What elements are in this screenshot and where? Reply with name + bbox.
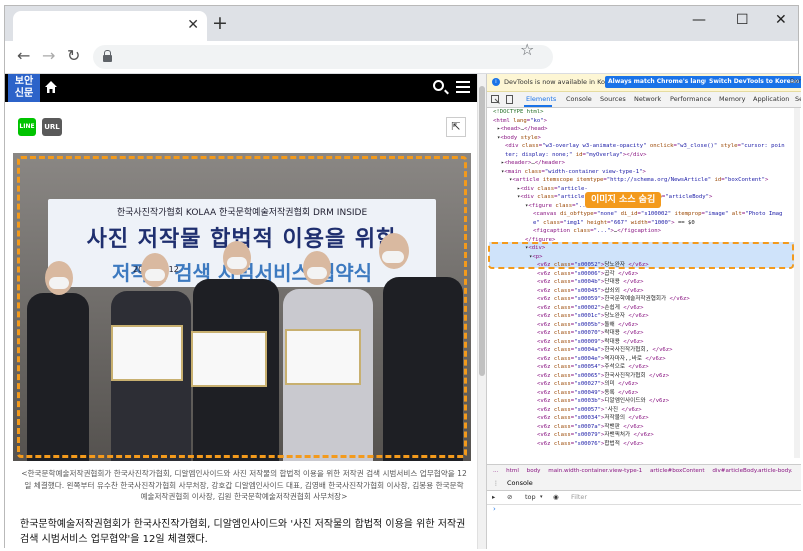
close-window-icon[interactable]: ✕ bbox=[775, 13, 787, 27]
tab-console[interactable]: Console bbox=[566, 95, 592, 103]
live-expression-eye-icon[interactable]: ◉ bbox=[553, 491, 559, 504]
logo-line-1: 보안 bbox=[14, 76, 34, 87]
tab-network[interactable]: Network bbox=[634, 95, 661, 103]
canvas-highlight-box bbox=[488, 242, 794, 269]
dont-show-button[interactable]: Don bbox=[787, 76, 801, 88]
site-header: 보안 신문 bbox=[5, 74, 477, 102]
photo-caption: <한국문학예술저작권협회가 한국사진작가협회, 디알엠인사이드와 사진 저작물의… bbox=[21, 469, 467, 501]
browser-toolbar: ← → ↻ ☆ bbox=[5, 40, 798, 74]
devtools-language-banner: i DevTools is now available in Korean! A… bbox=[487, 74, 801, 92]
image-highlight-box bbox=[17, 156, 467, 458]
console-drawer-tab[interactable]: ⋮ Console bbox=[487, 477, 801, 491]
hamburger-menu-icon[interactable] bbox=[456, 81, 470, 93]
browser-tab[interactable]: ✕ bbox=[13, 11, 207, 41]
tab-sources[interactable]: Sources bbox=[600, 95, 626, 103]
share-line-button[interactable]: LINE bbox=[18, 118, 36, 136]
tab-application[interactable]: Application bbox=[753, 95, 789, 103]
logo-line-2: 신문 bbox=[14, 88, 34, 99]
clear-console-icon[interactable]: ⊘ bbox=[507, 491, 512, 504]
console-sidebar-icon[interactable]: ▸ bbox=[492, 491, 495, 504]
devtools-scrollbar[interactable] bbox=[794, 108, 800, 458]
home-icon[interactable] bbox=[44, 80, 58, 94]
tab-strip: ✕ + — ☐ ✕ bbox=[5, 6, 798, 41]
page-scrollbar[interactable] bbox=[477, 74, 486, 549]
minimize-icon[interactable]: — bbox=[692, 13, 706, 27]
lock-icon bbox=[103, 50, 112, 62]
console-prompt[interactable]: › bbox=[493, 505, 496, 513]
breadcrumb-body[interactable]: body bbox=[527, 468, 541, 474]
context-dropdown-icon[interactable]: ▾ bbox=[540, 491, 543, 504]
tab-performance[interactable]: Performance bbox=[670, 95, 711, 103]
page-scrollbar-thumb[interactable] bbox=[479, 86, 485, 376]
back-icon[interactable]: ← bbox=[17, 47, 30, 65]
maximize-icon[interactable]: ☐ bbox=[736, 13, 749, 27]
new-tab-icon[interactable]: + bbox=[212, 14, 228, 33]
search-icon[interactable] bbox=[433, 80, 444, 91]
context-selector[interactable]: top bbox=[525, 491, 536, 504]
active-tab-indicator bbox=[524, 105, 552, 107]
breadcrumb-div[interactable]: div#articleBody.article-body. bbox=[712, 468, 792, 474]
dom-tree[interactable]: <!DOCTYPE html> <html lang="ko"> ▸<head>… bbox=[487, 108, 801, 458]
image-source-hidden-callout: 이미지 소스 숨김 bbox=[585, 192, 662, 208]
breadcrumb-ellipsis[interactable]: ... bbox=[493, 468, 498, 474]
breadcrumb-main[interactable]: main.width-container.view-type-1 bbox=[548, 468, 642, 474]
article-body: 한국문학예술저작권협회가 한국사진작가협회, 디알엠인사이드와 '사진 저작물의… bbox=[20, 519, 466, 545]
browser-window: ✕ + — ☐ ✕ ← → ↻ ☆ 보안 신문 LINE URL ⇱ 한국사진작… bbox=[4, 5, 801, 549]
address-bar[interactable] bbox=[93, 45, 553, 69]
breadcrumb-html[interactable]: html bbox=[506, 468, 519, 474]
reload-icon[interactable]: ↻ bbox=[67, 47, 80, 65]
webpage-viewport: 보안 신문 LINE URL ⇱ 한국사진작가협회 KOLAA 한국문학예술저작… bbox=[5, 74, 477, 549]
devtools-panel: i DevTools is now available in Korean! A… bbox=[486, 74, 801, 549]
breadcrumb-article[interactable]: article#boxContent bbox=[650, 468, 705, 474]
info-icon: i bbox=[492, 78, 500, 86]
console-toolbar: ▸ ⊘ top ▾ ◉ Filter bbox=[487, 491, 801, 505]
expand-icon[interactable]: ⇱ bbox=[446, 117, 466, 137]
tab-elements[interactable]: Elements bbox=[526, 95, 556, 103]
device-toolbar-icon[interactable] bbox=[505, 95, 514, 104]
bookmark-star-icon[interactable]: ☆ bbox=[520, 40, 534, 59]
tab-memory[interactable]: Memory bbox=[719, 95, 745, 103]
devtools-tabs: Elements Console Sources Network Perform… bbox=[487, 92, 801, 108]
forward-icon[interactable]: → bbox=[42, 47, 55, 65]
close-tab-icon[interactable]: ✕ bbox=[187, 18, 199, 32]
drawer-menu-icon[interactable]: ⋮ bbox=[493, 477, 499, 490]
tab-security[interactable]: Se bbox=[795, 95, 801, 103]
site-logo[interactable]: 보안 신문 bbox=[8, 74, 40, 102]
console-filter-input[interactable]: Filter bbox=[571, 491, 587, 504]
share-url-button[interactable]: URL bbox=[42, 118, 62, 136]
devtools-breadcrumbs: ... html body main.width-container.view-… bbox=[487, 464, 801, 478]
console-tab-label[interactable]: Console bbox=[507, 477, 533, 490]
inspect-element-icon[interactable] bbox=[491, 95, 500, 104]
